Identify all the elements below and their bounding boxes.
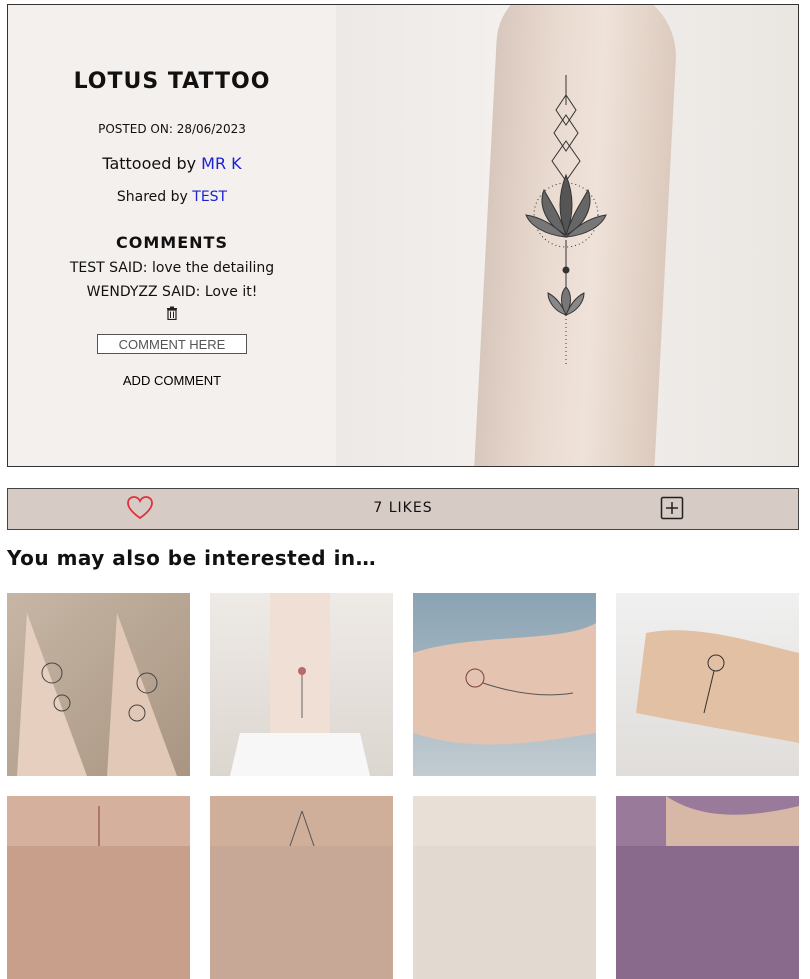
sharer-link[interactable]: TEST (192, 189, 227, 205)
spine-tattoo-image (7, 796, 190, 846)
shared-label: Shared by (116, 189, 188, 205)
posted-date: POSTED ON: 28/06/2023 (98, 122, 246, 136)
trash-icon[interactable] (165, 306, 179, 320)
comment-text: Love it! (204, 284, 258, 300)
comment-item: TEST SAID: love the detailing (70, 260, 274, 276)
lotus-tattoo-image (525, 75, 607, 365)
posted-label: POSTED ON: (98, 122, 173, 136)
comment-author: WENDYZZ (86, 284, 158, 300)
add-icon[interactable] (660, 496, 684, 520)
recommendation-tile[interactable] (413, 796, 596, 979)
comment-said: SAID: (109, 260, 148, 276)
comment-text: love the detailing (151, 260, 275, 276)
comment-said: SAID: (162, 284, 201, 300)
recommendation-tile[interactable] (413, 593, 596, 776)
floral-sleeve-tattoo-image (17, 613, 177, 776)
posted-date-value: 28/06/2023 (176, 122, 246, 136)
comments-heading: COMMENTS (116, 233, 228, 252)
purple-tattoo-image (616, 796, 799, 846)
tattoo-photo (336, 5, 798, 466)
recommendation-tile[interactable] (616, 593, 799, 776)
rose-arm-tattoo-image (636, 630, 799, 743)
recommendation-tile[interactable] (210, 593, 393, 776)
comment-input[interactable] (97, 334, 247, 354)
post-title: LOTUS TATTOO (73, 69, 271, 94)
recommendation-tile[interactable] (7, 796, 190, 979)
back-floral-tattoo-image (210, 796, 393, 847)
artist-link[interactable]: MR K (201, 154, 242, 173)
recommendation-tile[interactable] (616, 796, 799, 979)
tattooed-by: Tattooed by MR K (102, 154, 241, 173)
shared-by: Shared by TEST (117, 189, 227, 205)
comment-item: WENDYZZ SAID: Love it! (87, 284, 258, 300)
add-comment-button[interactable]: ADD COMMENT (117, 372, 227, 389)
tattooed-label: Tattooed by (102, 154, 197, 173)
comment-author: TEST (69, 260, 105, 276)
recommendation-tile[interactable] (210, 796, 393, 979)
recommendation-tile[interactable] (7, 593, 190, 776)
shoulder-tattoo-image (413, 796, 596, 846)
post-card: LOTUS TATTOO POSTED ON: 28/06/2023 Tatto… (7, 4, 799, 467)
ankle-flower-tattoo-image (230, 593, 370, 776)
post-info-panel: LOTUS TATTOO POSTED ON: 28/06/2023 Tatto… (8, 5, 336, 466)
action-bar: 7 LIKES (7, 488, 799, 530)
rose-forearm-tattoo-image (413, 623, 596, 745)
recommendations-heading: You may also be interested in… (7, 546, 377, 570)
